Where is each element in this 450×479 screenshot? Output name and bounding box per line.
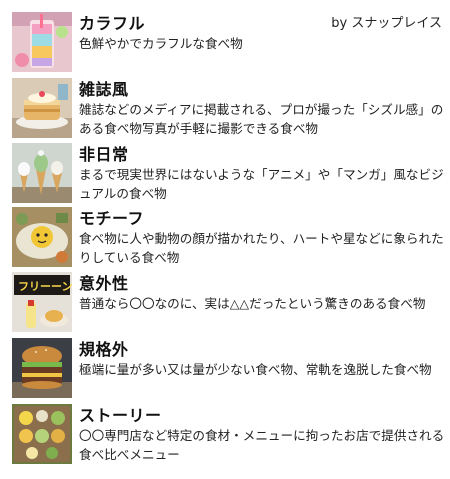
colorful-drink-photo-icon — [12, 12, 72, 72]
item-description: 〇〇専門店など特定の食材・メニューに拘ったお店で提供される食べ比べメニュー — [79, 428, 445, 462]
softserve-cones-photo-icon — [12, 143, 72, 203]
item-title: 非日常 — [79, 145, 129, 164]
item-description: まるで現実世界にはないような「アニメ」や「マンガ」風なビジュアルの食べ物 — [79, 167, 444, 201]
magazine-pancake-photo-icon — [12, 78, 72, 138]
giant-burger-photo-icon — [12, 338, 72, 398]
list-item: フリーーン! 意外性 普通なら〇〇なのに、実は△△だったという驚きのある食べ物 — [12, 272, 444, 332]
list-item: カラフル 色鮮やかでカラフルな食べ物 — [12, 12, 444, 72]
item-description: 極端に量が多い又は量が少ない食べ物、常軌を逸脱した食べ物 — [79, 362, 432, 377]
svg-text:フリーーン!: フリーーン! — [18, 280, 72, 293]
list-item: 非日常 まるで現実世界にはないような「アニメ」や「マンガ」風なビジュアルの食べ物 — [12, 143, 444, 203]
item-title: 規格外 — [79, 340, 129, 359]
surprise-dessert-photo-icon: フリーーン! — [12, 272, 72, 332]
item-description: 色鮮やかでカラフルな食べ物 — [79, 36, 243, 51]
item-title: カラフル — [79, 14, 146, 33]
item-title: 意外性 — [79, 274, 129, 293]
list-item: ストーリー 〇〇専門店など特定の食材・メニューに拘ったお店で提供される食べ比べメ… — [12, 404, 444, 464]
item-description: 雑誌などのメディアに掲載される、プロが撮った「シズル感」のある食べ物写真が手軽に… — [79, 102, 444, 136]
item-title: ストーリー — [79, 406, 162, 425]
tasting-set-photo-icon — [12, 404, 72, 464]
item-description: 食べ物に人や動物の顔が描かれたり、ハートや星などに象られたりしている食べ物 — [79, 231, 444, 265]
list-item: 規格外 極端に量が多い又は量が少ない食べ物、常軌を逸脱した食べ物 — [12, 338, 444, 398]
item-description: 普通なら〇〇なのに、実は△△だったという驚きのある食べ物 — [79, 296, 426, 311]
list-item: モチーフ 食べ物に人や動物の顔が描かれたり、ハートや星などに象られたりしている食… — [12, 207, 444, 267]
item-title: モチーフ — [79, 209, 145, 228]
character-dessert-photo-icon — [12, 207, 72, 267]
item-title: 雑誌風 — [79, 80, 129, 99]
list-item: 雑誌風 雑誌などのメディアに掲載される、プロが撮った「シズル感」のある食べ物写真… — [12, 78, 444, 138]
